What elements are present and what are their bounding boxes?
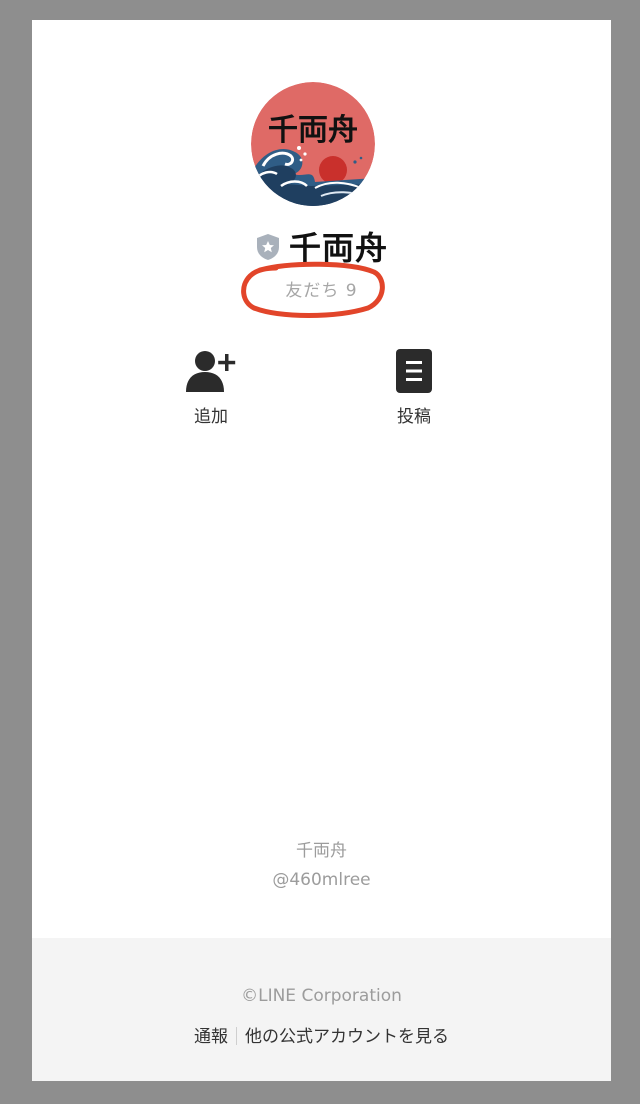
link-separator	[236, 1027, 237, 1045]
account-name-row: 千両舟	[32, 224, 611, 268]
footer-links: 通報 他の公式アカウントを見る	[32, 1022, 611, 1047]
profile-avatar: 千両舟	[251, 82, 375, 206]
account-name: 千両舟	[288, 229, 388, 267]
add-person-icon	[186, 351, 236, 392]
footer-account-name: 千両舟	[296, 841, 347, 861]
other-accounts-link[interactable]: 他の公式アカウントを見る	[245, 1027, 449, 1047]
post-document-icon	[396, 349, 432, 393]
avatar-logo-text: 千両舟	[268, 113, 358, 148]
friends-count: 友だち 9	[285, 281, 358, 301]
report-link[interactable]: 通報	[194, 1027, 228, 1047]
profile-card: 千両舟 千両舟 友だち 9 追加 投稿 千両舟 @460mlree ©LINE …	[32, 20, 611, 1081]
footer-account-id: @460mlree	[272, 870, 371, 890]
verified-shield-icon	[256, 234, 279, 260]
add-label: 追加	[194, 407, 228, 427]
posts-button[interactable]: 投稿	[364, 348, 464, 428]
bottom-bar: ©LINE Corporation 通報 他の公式アカウントを見る	[32, 938, 611, 1081]
copyright-text: ©LINE Corporation	[241, 986, 402, 1006]
wave-logo-image: 千両舟	[251, 82, 375, 206]
post-label: 投稿	[397, 407, 431, 427]
add-friend-button[interactable]: 追加	[161, 348, 261, 428]
